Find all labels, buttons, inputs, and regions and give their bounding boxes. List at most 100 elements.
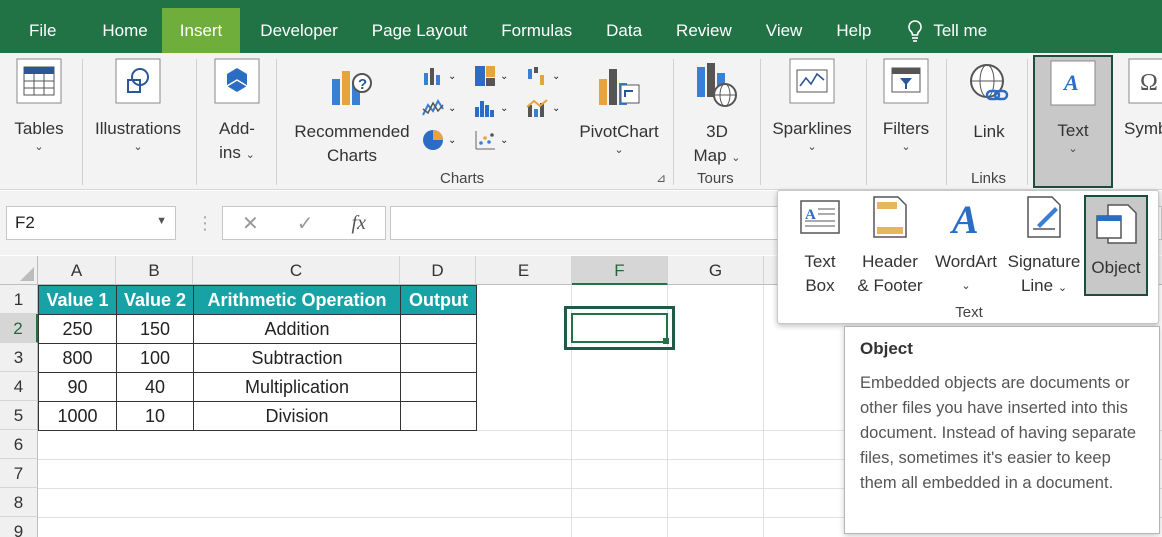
pivotchart-button[interactable]: PivotChart ⌄ [574, 61, 664, 156]
text-button[interactable]: A Text ⌄ [1033, 55, 1113, 188]
insert-function-icon[interactable]: fx [352, 212, 366, 235]
divider [196, 59, 197, 185]
row-header[interactable]: 5 [0, 401, 38, 430]
table-header[interactable]: Value 1 [38, 285, 117, 315]
row-header-selected[interactable]: 2 [0, 314, 38, 343]
column-chart-button[interactable]: ⌄ [422, 63, 462, 89]
dialog-launcher-icon[interactable]: ⊿ [656, 171, 666, 185]
active-cell-f2[interactable] [564, 306, 675, 350]
add-ins-button[interactable]: Add- ins ⌄ [210, 58, 264, 165]
text-box-button[interactable]: A Text Box [792, 195, 848, 298]
object-button[interactable]: Object [1084, 195, 1148, 296]
text-box-label-2: Box [805, 276, 835, 295]
table-cell[interactable] [400, 372, 477, 402]
table-cell[interactable] [400, 343, 477, 373]
tab-review[interactable]: Review [656, 8, 746, 53]
signature-line-label-2: Line ⌄ [1020, 276, 1068, 295]
wordart-button[interactable]: A WordArt ⌄ [930, 195, 1002, 298]
line-chart-button[interactable]: ⌄ [422, 95, 462, 121]
row-header[interactable]: 1 [0, 285, 38, 314]
tell-me-search[interactable]: Tell me [885, 8, 1001, 53]
row-header[interactable]: 6 [0, 430, 38, 459]
column-header[interactable]: B [116, 256, 193, 285]
add-ins-icon [214, 58, 260, 104]
tables-button[interactable]: Tables ⌄ [12, 58, 66, 153]
text-dropdown-panel: A Text Box Header & Footer A WordArt ⌄ S… [777, 190, 1159, 324]
hierarchy-chart-button[interactable]: ⌄ [474, 63, 514, 89]
tab-view[interactable]: View [746, 8, 817, 53]
tab-home[interactable]: Home [88, 8, 161, 53]
row-header[interactable]: 3 [0, 343, 38, 372]
scatter-chart-button[interactable]: ⌄ [474, 127, 514, 153]
table-header[interactable]: Arithmetic Operation [193, 285, 401, 315]
cancel-icon[interactable]: ✕ [242, 211, 259, 236]
select-all-button[interactable] [0, 256, 38, 285]
column-chart-icon [424, 68, 440, 85]
column-header[interactable]: D [400, 256, 476, 285]
symbols-button[interactable]: Ω Symb [1124, 58, 1162, 141]
chevron-down-icon: ⌄ [961, 280, 971, 292]
row-header[interactable]: 4 [0, 372, 38, 401]
chevron-down-icon: ⌄ [614, 144, 624, 156]
tab-developer[interactable]: Developer [240, 8, 352, 53]
table-header[interactable]: Output [400, 285, 477, 315]
filters-label: Filters [882, 119, 930, 138]
link-button[interactable]: Link [958, 61, 1020, 144]
table-cell[interactable]: 250 [38, 314, 117, 344]
tab-page-layout[interactable]: Page Layout [352, 8, 481, 53]
table-cell[interactable]: Addition [193, 314, 401, 344]
table-cell[interactable]: 800 [38, 343, 117, 373]
recommended-charts-button[interactable]: ? Recommended Charts [290, 61, 414, 168]
caret-down-icon[interactable]: ▼ [156, 215, 167, 227]
svg-text:?: ? [358, 76, 367, 93]
table-cell[interactable] [400, 401, 477, 431]
divider [1027, 59, 1028, 185]
column-header-selected[interactable]: F [572, 256, 668, 285]
tours-group-label: Tours [697, 170, 734, 187]
tab-file[interactable]: File [0, 8, 88, 53]
enter-icon[interactable]: ✓ [297, 211, 314, 236]
table-cell[interactable]: 100 [116, 343, 194, 373]
column-header[interactable]: C [193, 256, 400, 285]
row-header[interactable]: 8 [0, 488, 38, 517]
3d-map-button[interactable]: 3D Map ⌄ [680, 61, 754, 168]
row-header[interactable]: 7 [0, 459, 38, 488]
tab-data[interactable]: Data [586, 8, 656, 53]
signature-line-button[interactable]: Signature Line ⌄ [1006, 195, 1082, 300]
tab-formulas[interactable]: Formulas [481, 8, 586, 53]
table-cell[interactable]: 150 [116, 314, 194, 344]
filters-button[interactable]: Filters ⌄ [878, 58, 934, 153]
name-box[interactable]: F2 ▼ [6, 206, 176, 240]
column-header[interactable]: E [476, 256, 572, 285]
row-header[interactable]: 9 [0, 517, 38, 537]
ribbon: Tables ⌄ Illustrations ⌄ Add- ins ⌄ ? Re… [0, 53, 1162, 239]
header-footer-button[interactable]: Header & Footer [852, 195, 928, 298]
table-cell[interactable]: Subtraction [193, 343, 401, 373]
illustrations-button[interactable]: Illustrations ⌄ [90, 58, 186, 153]
globe-map-icon [697, 63, 737, 107]
statistic-chart-button[interactable]: ⌄ [474, 95, 514, 121]
column-header[interactable]: G [668, 256, 764, 285]
table-header[interactable]: Value 2 [116, 285, 194, 315]
table-row: 800 100 Subtraction [38, 343, 477, 373]
pie-chart-button[interactable]: ⌄ [422, 127, 462, 153]
combo-chart-button[interactable]: ⌄ [526, 95, 566, 121]
tab-help[interactable]: Help [816, 8, 885, 53]
recommended-label-2: Charts [326, 146, 378, 165]
table-cell[interactable]: 10 [116, 401, 194, 431]
table-cell[interactable]: Multiplication [193, 372, 401, 402]
tab-insert[interactable]: Insert [161, 8, 241, 53]
table-cell[interactable]: 90 [38, 372, 117, 402]
chevron-down-icon: ⌄ [552, 70, 561, 82]
column-header[interactable]: A [38, 256, 116, 285]
table-cell[interactable]: 1000 [38, 401, 117, 431]
waterfall-chart-button[interactable]: ⌄ [526, 63, 566, 89]
3d-map-label-2: Map ⌄ [693, 146, 741, 165]
fill-handle[interactable] [663, 338, 669, 344]
sparklines-button[interactable]: Sparklines ⌄ [768, 58, 856, 153]
wordart-label: WordArt [934, 252, 998, 271]
add-ins-label-1: Add- [219, 119, 255, 138]
table-cell[interactable]: 40 [116, 372, 194, 402]
table-cell[interactable]: Division [193, 401, 401, 431]
table-cell[interactable] [400, 314, 477, 344]
